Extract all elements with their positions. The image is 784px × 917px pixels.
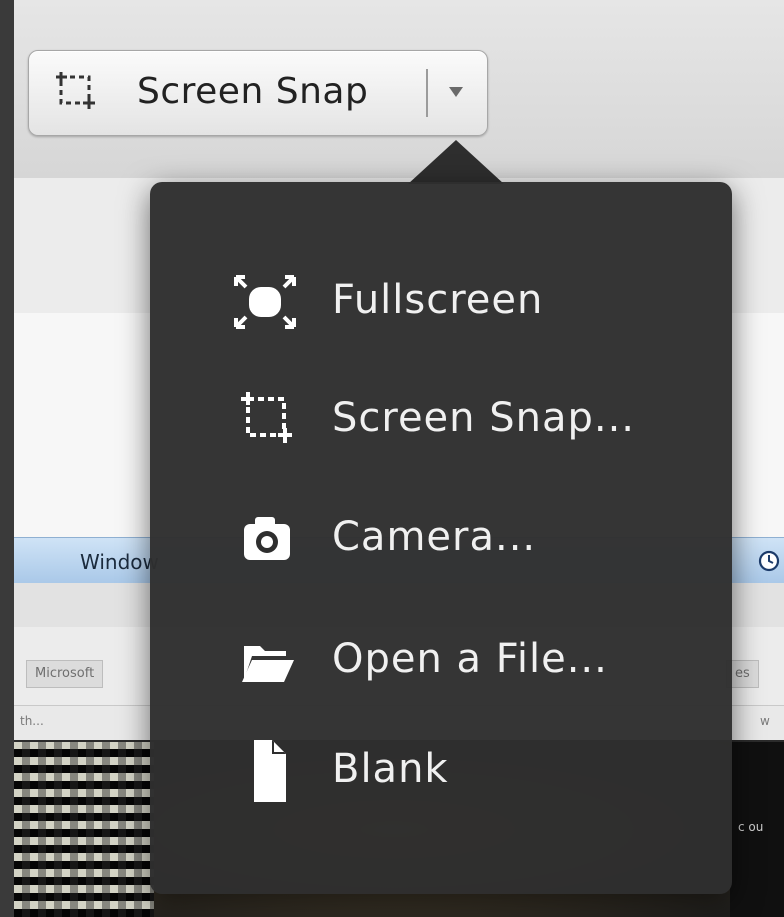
menu-item-blank[interactable]: Blank (218, 728, 718, 812)
chevron-down-icon (449, 87, 463, 97)
folder-icon (242, 646, 294, 682)
fullscreen-icon (234, 275, 296, 329)
button-divider (426, 69, 428, 117)
screen-snap-button[interactable]: Screen Snap (29, 51, 399, 135)
taskbar-window-label[interactable]: Window (80, 550, 159, 574)
background-sub-text: th... (20, 714, 44, 728)
screen-snap-label: Screen Snap (137, 71, 369, 112)
capture-menu: Fullscreen Screen Snap... Camera... Open… (150, 182, 732, 894)
camera-icon (244, 517, 290, 560)
background-checker-image (14, 742, 154, 917)
screen-snap-icon (56, 72, 95, 109)
menu-item-open-file[interactable]: Open a File... (218, 618, 718, 702)
menu-item-label: Camera... (332, 514, 537, 560)
background-sub-text: w (760, 714, 770, 728)
menu-pointer (408, 140, 504, 184)
menu-item-label: Screen Snap... (332, 395, 636, 441)
menu-item-screen-snap[interactable]: Screen Snap... (218, 377, 718, 461)
menu-item-label: Open a File... (332, 636, 608, 682)
window-edge (0, 0, 14, 917)
menu-item-fullscreen[interactable]: Fullscreen (218, 259, 718, 343)
clock-icon[interactable] (758, 550, 780, 572)
background-panel-text: c ou (738, 820, 764, 834)
menu-item-label: Fullscreen (332, 277, 544, 323)
screen-snap-icon (241, 392, 292, 443)
menu-item-camera[interactable]: Camera... (218, 496, 718, 580)
menu-item-label: Blank (332, 746, 449, 792)
screen-snap-split-button: Screen Snap (28, 50, 488, 136)
screen-snap-dropdown-button[interactable] (429, 51, 487, 135)
blank-page-icon (254, 740, 286, 802)
background-tab[interactable]: Microsoft (26, 660, 104, 688)
